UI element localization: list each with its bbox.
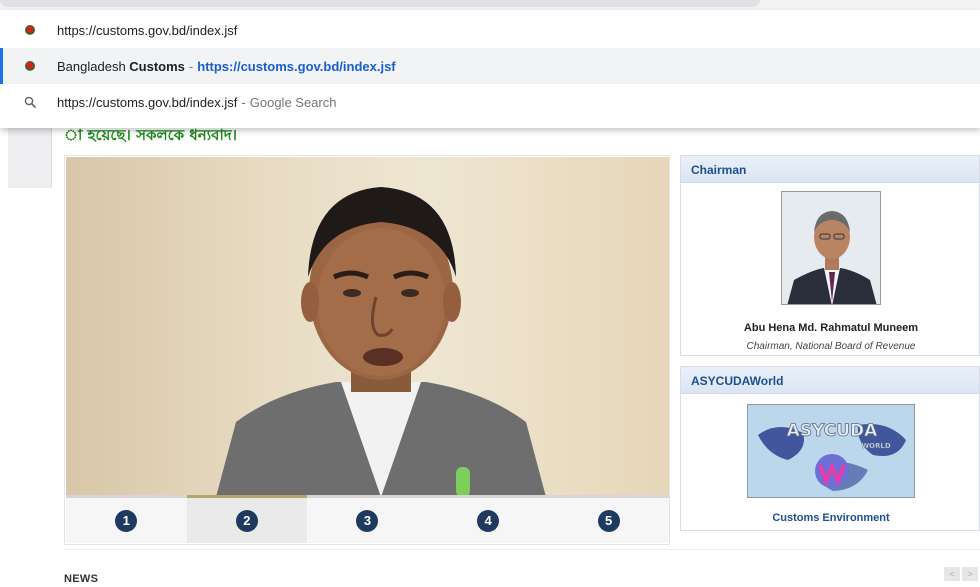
suggestion-title-prefix: Bangladesh: [57, 58, 130, 74]
asycuda-caption[interactable]: Customs Environment: [681, 512, 980, 524]
left-rail: [8, 128, 52, 188]
suggestion-separator: -: [241, 94, 246, 110]
suggestion-suffix: Google Search: [249, 94, 337, 110]
news-heading: NEWS: [64, 573, 99, 585]
suggestion-separator: -: [188, 58, 194, 74]
pager-next-button[interactable]: >: [962, 567, 978, 581]
section-divider: [64, 549, 980, 550]
slider-thumb-4[interactable]: 4: [428, 498, 549, 543]
asycuda-logo-text: ASYCUDA: [787, 421, 878, 441]
thumb-number: 2: [235, 509, 258, 532]
slider-photo[interactable]: [66, 157, 669, 495]
person-photo: [216, 187, 546, 495]
asycuda-world-logo: ASYCUDA WORLD: [748, 405, 914, 497]
suggestion-url: https://customs.gov.bd/index.jsf: [57, 22, 238, 38]
thumb-number: 4: [477, 509, 500, 532]
active-tab-shape: [0, 0, 760, 7]
asycuda-logo[interactable]: ASYCUDA WORLD: [747, 404, 915, 498]
chairman-panel: Chairman Abu Hena Md. Rahmatul Muneem Ch…: [680, 155, 980, 356]
slider-thumbs: 1 2 3 4 5: [66, 495, 669, 543]
asycuda-logo-subtext: WORLD: [861, 442, 891, 450]
slider-thumb-2[interactable]: 2: [186, 495, 308, 543]
asycuda-panel: ASYCUDAWorld ASYCUDA WORLD Customs Envir…: [680, 366, 980, 531]
slider-thumb-1[interactable]: 1: [66, 498, 187, 543]
suggestion-url: https://customs.gov.bd/index.jsf: [197, 58, 396, 74]
suggestion-query: https://customs.gov.bd/index.jsf: [57, 94, 238, 110]
search-icon: [23, 95, 37, 109]
omnibox-suggestion-3[interactable]: https://customs.gov.bd/index.jsf - Googl…: [0, 84, 980, 120]
omnibox-suggestion-2[interactable]: Bangladesh Customs - https://customs.gov…: [0, 48, 980, 84]
news-pager: < >: [944, 567, 978, 581]
panel-title: ASYCUDAWorld: [681, 367, 979, 394]
chairman-photo[interactable]: [781, 191, 881, 305]
omnibox-dropdown: https://customs.gov.bd/index.jsf Banglad…: [0, 10, 980, 128]
thumb-number: 5: [597, 509, 620, 532]
favicon-icon: [23, 23, 37, 37]
person-portrait: [782, 192, 880, 304]
suggestion-title-bold: Customs: [129, 58, 185, 74]
chairman-designation: Chairman, National Board of Revenue: [746, 341, 916, 352]
slider-thumb-3[interactable]: 3: [307, 498, 428, 543]
thumb-number: 1: [115, 509, 138, 532]
chairman-name: Abu Hena Md. Rahmatul Muneem: [743, 322, 919, 334]
panel-title: Chairman: [681, 156, 979, 183]
favicon-icon: [23, 59, 37, 73]
omnibox-suggestion-1[interactable]: https://customs.gov.bd/index.jsf: [0, 12, 980, 48]
pager-prev-button[interactable]: <: [944, 567, 960, 581]
browser-tab-strip: [0, 0, 980, 10]
image-slider: 1 2 3 4 5: [64, 155, 670, 545]
thumb-number: 3: [356, 509, 379, 532]
slider-thumb-5[interactable]: 5: [548, 498, 669, 543]
